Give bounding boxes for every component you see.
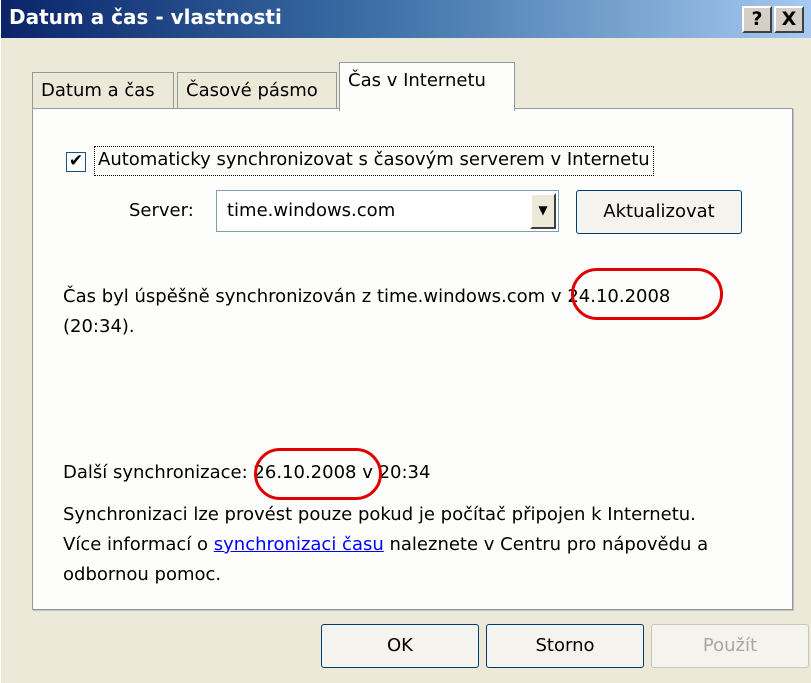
update-now-label: Aktualizovat	[603, 201, 715, 222]
apply-label: Použít	[702, 635, 758, 656]
cancel-label: Storno	[535, 635, 595, 656]
ok-label: OK	[387, 635, 413, 656]
last-sync-time: (20:34).	[63, 316, 135, 337]
time-sync-help-link[interactable]: synchronizaci času	[214, 534, 384, 555]
last-sync-date: 24.10.2008	[567, 286, 671, 307]
info-line-1: Synchronizaci lze provést pouze pokud je…	[63, 504, 696, 525]
sync-status-text: Čas byl úspěšně synchronizován z time.wi…	[63, 282, 670, 342]
next-sync-date: 26.10.2008	[253, 462, 357, 483]
info-line-3: odbornou pomoc.	[63, 564, 222, 585]
apply-button[interactable]: Použít	[651, 624, 809, 668]
tab-strip: Datum a čas Časové pásmo Čas v Internetu	[32, 62, 792, 111]
ok-button[interactable]: OK	[321, 624, 479, 668]
chevron-down-icon[interactable]: ▼	[530, 193, 556, 229]
sync-status-prefix: Čas byl úspěšně synchronizován z time.wi…	[63, 286, 546, 307]
next-sync-text: Další synchronizace: 26.10.2008 v 20:34	[63, 458, 430, 488]
auto-sync-label[interactable]: Automaticky synchronizovat s časovým ser…	[94, 146, 654, 176]
sync-status-v: v	[545, 286, 568, 307]
auto-sync-label-text: Automaticky synchronizovat s časovým ser…	[98, 149, 650, 170]
server-value: time.windows.com	[227, 200, 396, 221]
tab-internet-time[interactable]: Čas v Internetu	[339, 62, 515, 111]
update-now-button[interactable]: Aktualizovat	[576, 190, 742, 234]
properties-dialog: Datum a čas - vlastnosti ? X Datum a čas…	[0, 0, 811, 683]
info-text: Synchronizaci lze provést pouze pokud je…	[63, 500, 708, 590]
next-sync-label: Další synchronizace:	[63, 462, 248, 483]
window-title: Datum a čas - vlastnosti	[9, 5, 282, 29]
close-button[interactable]: X	[774, 6, 804, 33]
next-sync-time: v 20:34	[356, 462, 431, 483]
info-line-2-pre: Více informací o	[63, 534, 214, 555]
tab-date-time[interactable]: Datum a čas	[32, 72, 174, 110]
tab-time-zone[interactable]: Časové pásmo	[177, 72, 337, 110]
server-label: Server:	[129, 200, 194, 221]
auto-sync-checkbox[interactable]: ✔	[66, 152, 86, 172]
help-button[interactable]: ?	[742, 6, 772, 33]
server-combobox[interactable]: time.windows.com ▼	[216, 190, 559, 232]
cancel-button[interactable]: Storno	[486, 624, 644, 668]
title-bar[interactable]: Datum a čas - vlastnosti ? X	[1, 0, 811, 38]
info-line-2-post: naleznete v Centru pro nápovědu a	[383, 534, 709, 555]
